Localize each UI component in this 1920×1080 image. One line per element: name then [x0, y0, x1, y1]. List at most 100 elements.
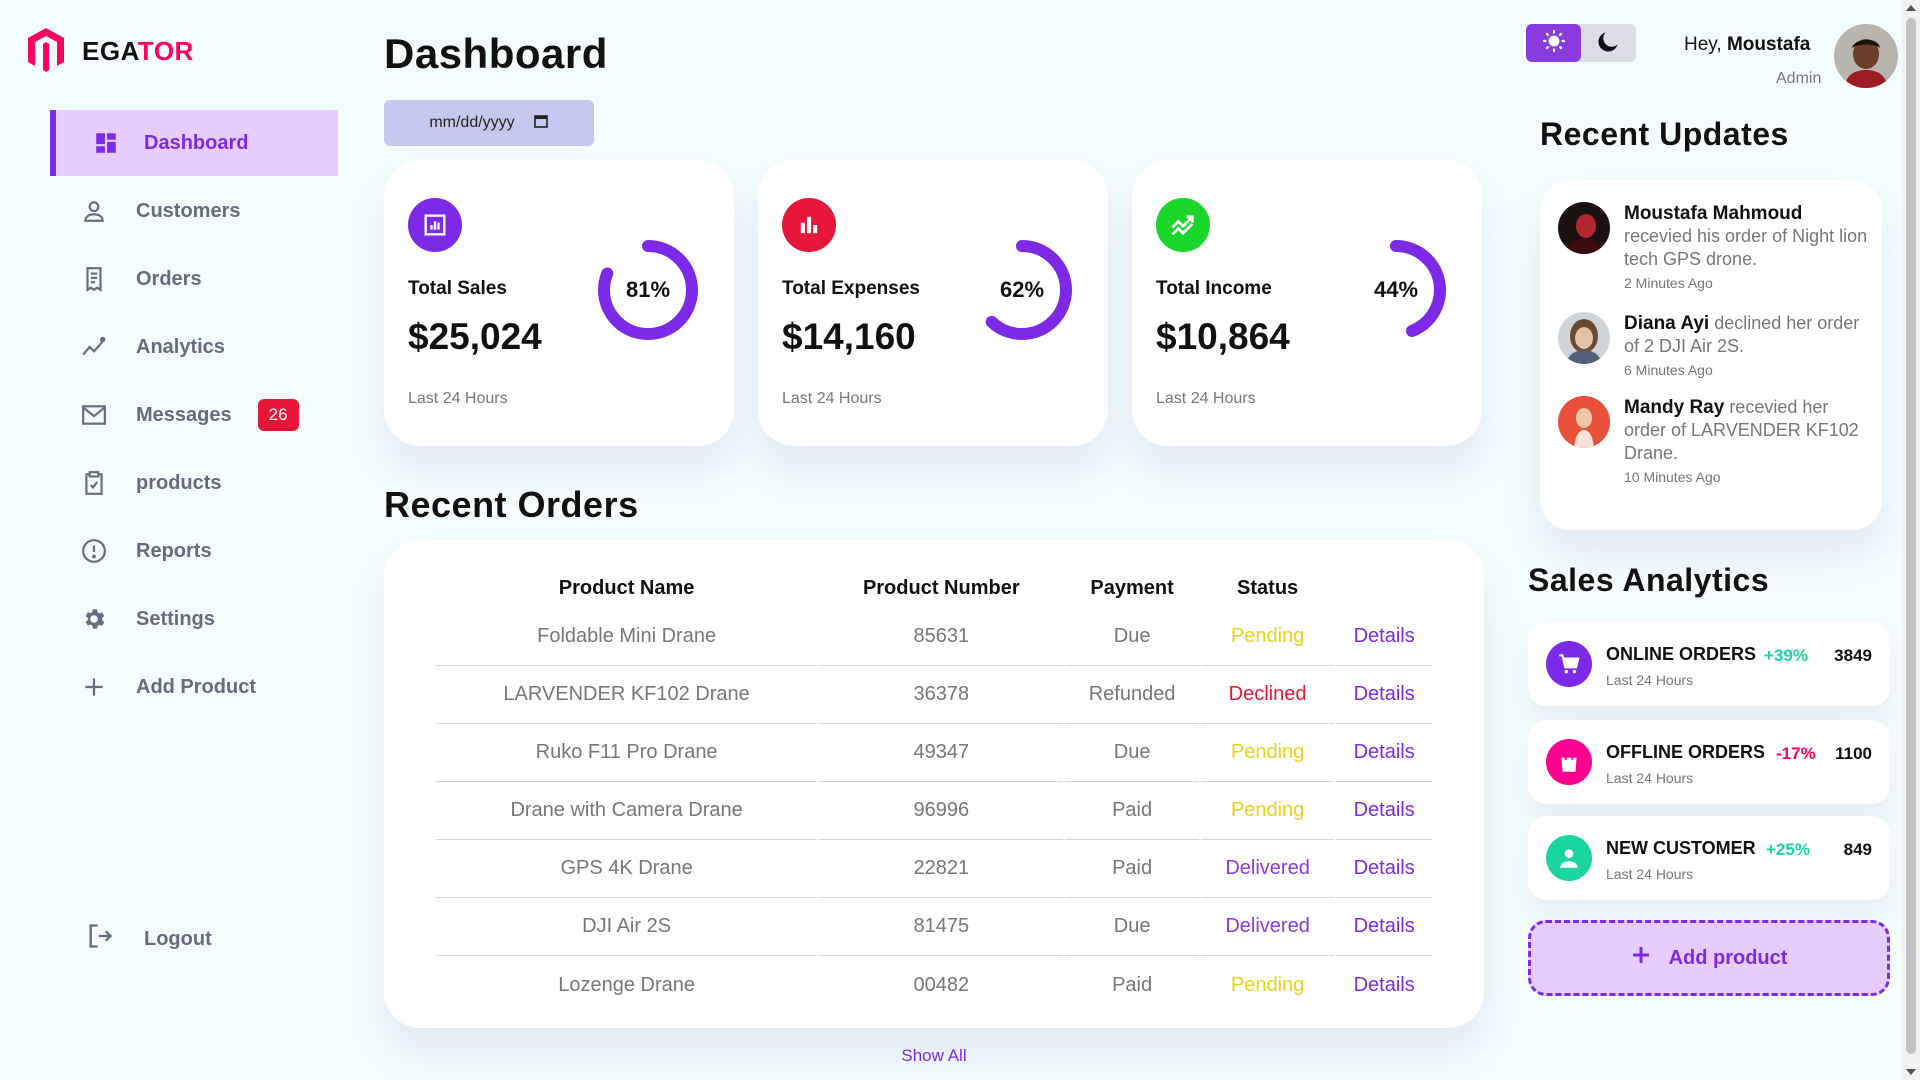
user-name: Moustafa — [1726, 34, 1811, 55]
col-header-product-name: Product Name — [558, 576, 695, 599]
analytics-count: 3849 — [1834, 646, 1872, 665]
cell-status: Delivered — [1200, 840, 1335, 898]
calendar-icon[interactable] — [533, 113, 549, 134]
cell-product-name: Lozenge Drane — [558, 973, 695, 996]
col-header-actions — [1336, 568, 1432, 608]
progress-ring: 62% — [970, 238, 1074, 342]
insight-title: Total Expenses — [782, 278, 920, 299]
cell-payment: Paid — [1065, 840, 1199, 898]
shopping-bag-icon — [1546, 739, 1592, 785]
update-name: Moustafa Mahmoud — [1624, 203, 1803, 224]
details-link[interactable]: Details — [1336, 956, 1432, 1014]
progress-ring: 81% — [596, 238, 700, 342]
insight-cards: Total Sales $25,024 81% Last 24 Hours To… — [384, 160, 1484, 450]
page-scrollbar[interactable] — [1902, 0, 1920, 1080]
bars-icon — [782, 198, 836, 252]
cell-status: Pending — [1200, 782, 1335, 840]
cell-product-name: DJI Air 2S — [436, 898, 818, 956]
sidebar-item-reports[interactable]: Reports — [50, 518, 338, 584]
cell-product-number: 00482 — [913, 973, 970, 996]
orders-table: Product Name Product Number Payment Stat… — [434, 568, 1434, 1014]
details-link[interactable]: Details — [1336, 724, 1432, 782]
date-input[interactable]: mm/dd/yyyy — [384, 100, 594, 146]
sidebar-item-dashboard[interactable]: Dashboard — [50, 110, 338, 176]
avatar[interactable] — [1834, 24, 1898, 88]
sidebar-item-products[interactable]: products — [50, 450, 338, 516]
sidebar-item-customers[interactable]: Customers — [50, 178, 338, 244]
progress-percent: 44% — [1373, 277, 1419, 302]
dark-mode-button[interactable] — [1581, 24, 1636, 62]
add-product-button[interactable]: Add product — [1528, 920, 1890, 996]
progress-percent: 62% — [999, 277, 1045, 302]
insight-title: Total Sales — [408, 278, 507, 299]
sidebar-item-messages[interactable]: Messages 26 — [50, 382, 338, 448]
progress-ring: 44% — [1344, 238, 1448, 342]
analytics-change: +39% — [1764, 646, 1808, 665]
cell-status: Pending — [1230, 973, 1305, 996]
update-text: recevied his order of Night lion tech GP… — [1624, 226, 1868, 269]
user-role: Admin — [1776, 70, 1822, 87]
sidebar-item-orders[interactable]: Orders — [50, 246, 338, 312]
cell-product-name: GPS 4K Drane — [436, 840, 818, 898]
scroll-down-arrow[interactable] — [1906, 1069, 1916, 1075]
light-mode-button[interactable] — [1526, 24, 1581, 62]
scroll-up-arrow[interactable] — [1906, 5, 1916, 11]
logo[interactable]: EGATOR — [26, 26, 194, 77]
analytics-footer: Last 24 Hours — [1606, 866, 1694, 882]
sidebar-item-label: Messages — [136, 403, 232, 426]
recent-orders-title: Recent Orders — [384, 484, 639, 525]
show-all-link[interactable]: Show All — [384, 1046, 1484, 1066]
update-time: 6 Minutes Ago — [1624, 362, 1713, 378]
details-link[interactable]: Details — [1336, 898, 1432, 956]
details-link[interactable]: Details — [1336, 608, 1432, 666]
person-icon — [80, 197, 108, 225]
cell-status: Declined — [1200, 666, 1335, 724]
col-header-payment: Payment — [1090, 576, 1174, 599]
table-row: Lozenge Drane 00482 Paid Pending Details — [436, 956, 1432, 1014]
update-time: 2 Minutes Ago — [1624, 275, 1713, 291]
sidebar-item-analytics[interactable]: Analytics — [50, 314, 338, 380]
recent-updates-title: Recent Updates — [1540, 116, 1789, 152]
analytics-item-new-customer: NEW CUSTOMER Last 24 Hours +25% 849 — [1528, 816, 1890, 900]
update-name: Diana Ayi — [1624, 313, 1710, 334]
sales-analytics-title: Sales Analytics — [1528, 562, 1770, 598]
avatar — [1558, 202, 1610, 254]
logout-button[interactable]: Logout — [86, 922, 212, 956]
sidebar-item-add-product[interactable]: Add Product — [50, 654, 338, 720]
table-row: DJI Air 2S 81475 Due Delivered Details — [436, 898, 1432, 956]
user-greeting: Hey, Moustafa — [1684, 34, 1811, 55]
update-name: Mandy Ray — [1624, 397, 1725, 418]
clipboard-check-icon — [80, 469, 108, 497]
cell-status: Pending — [1200, 608, 1335, 666]
add-product-label: Add product — [1668, 946, 1788, 969]
sidebar-nav: Dashboard Customers Orders Analytics Mes… — [50, 110, 338, 722]
sidebar-item-settings[interactable]: Settings — [50, 586, 338, 652]
analytics-item-online-orders: ONLINE ORDERS Last 24 Hours +39% 3849 — [1528, 622, 1890, 706]
cell-payment: Due — [1065, 608, 1199, 666]
sidebar: EGATOR Dashboard Customers Orders Analyt… — [0, 0, 340, 1080]
insight-card-sales: Total Sales $25,024 81% Last 24 Hours — [384, 160, 734, 446]
cell-product-name: Drane with Camera Drane — [436, 782, 818, 840]
cell-payment: Paid — [1112, 973, 1153, 996]
details-link[interactable]: Details — [1336, 840, 1432, 898]
alert-circle-icon — [80, 537, 108, 565]
messages-count-badge: 26 — [257, 399, 299, 431]
logo-icon — [26, 26, 66, 77]
cell-product-name: LARVENDER KF102 Drane — [436, 666, 818, 724]
avatar — [1558, 396, 1610, 448]
theme-toggle[interactable] — [1526, 24, 1636, 62]
insight-card-income: Total Income $10,864 44% Last 24 Hours — [1132, 160, 1482, 446]
details-link[interactable]: Details — [1336, 666, 1432, 724]
scroll-thumb[interactable] — [1906, 18, 1916, 1054]
cell-status: Delivered — [1200, 898, 1335, 956]
analytics-footer: Last 24 Hours — [1606, 770, 1694, 786]
analytics-footer: Last 24 Hours — [1606, 672, 1694, 688]
col-header-status: Status — [1237, 576, 1299, 599]
cell-product-number: 96996 — [819, 782, 1064, 840]
sidebar-item-label: products — [136, 471, 222, 494]
details-link[interactable]: Details — [1336, 782, 1432, 840]
cell-product-name: Ruko F11 Pro Drane — [436, 724, 818, 782]
analytics-count: 849 — [1843, 840, 1872, 859]
plus-icon — [1631, 945, 1651, 971]
sidebar-item-label: Dashboard — [144, 131, 249, 154]
